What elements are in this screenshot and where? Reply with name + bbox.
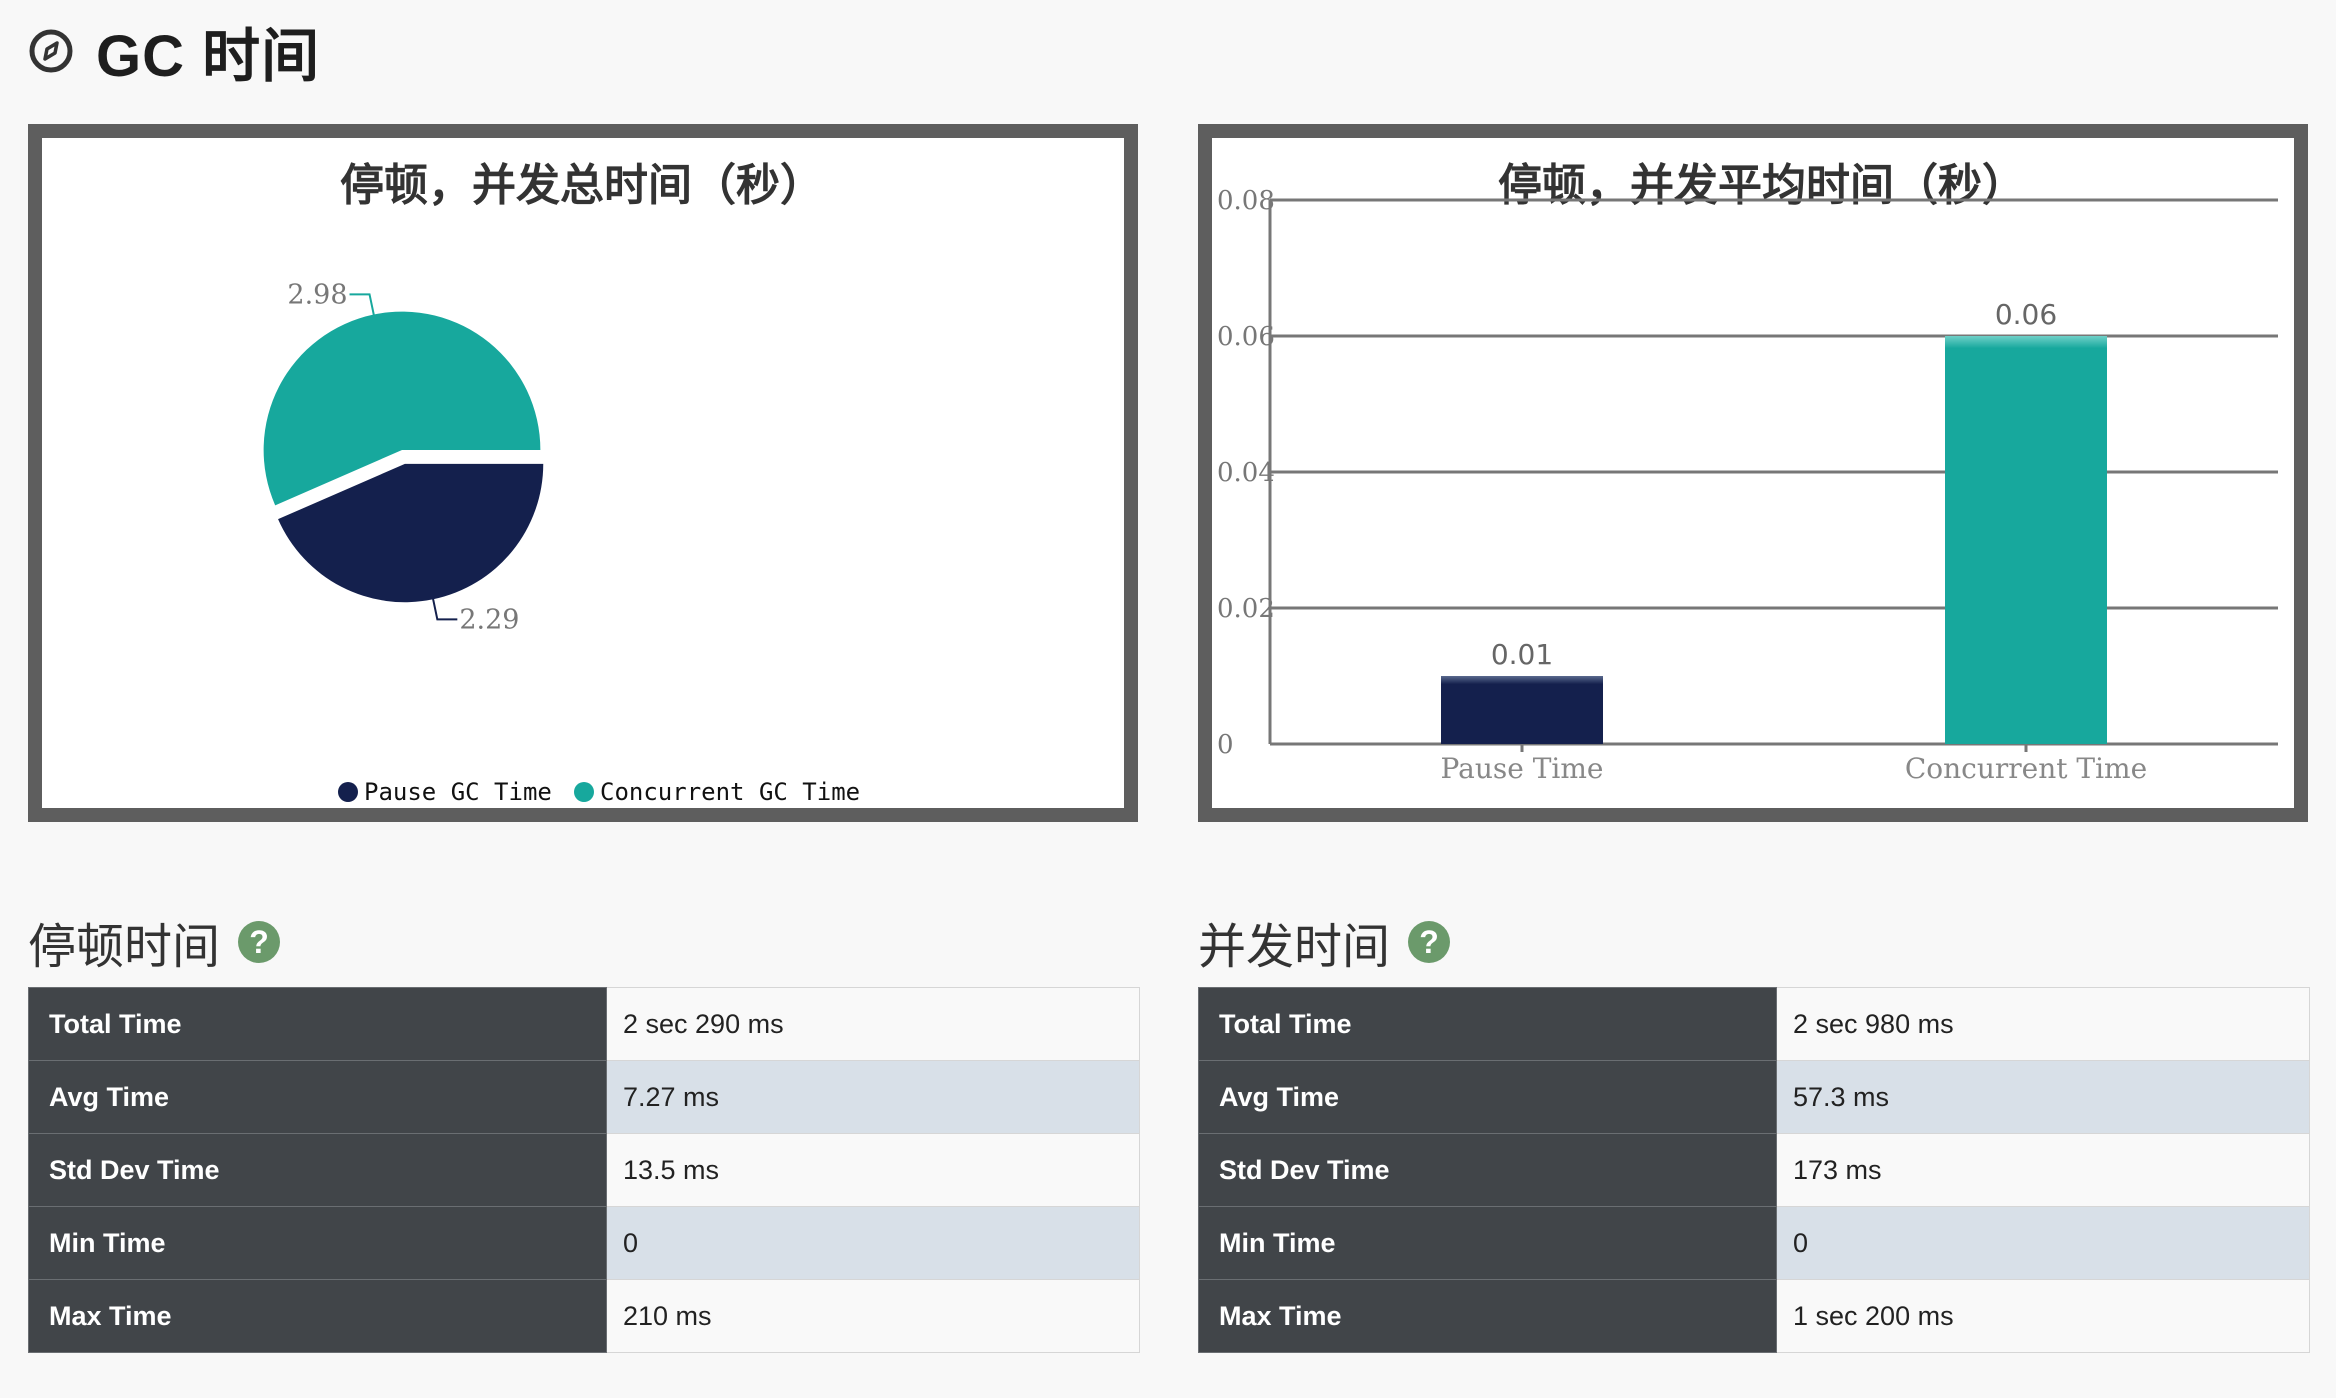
stat-key: Max Time [28,1279,607,1353]
table-row: Min Time 0 [28,1206,1140,1280]
stat-value: 13.5 ms [606,1133,1140,1207]
stat-key: Min Time [28,1206,607,1280]
concurrent-time-table: Total Time 2 sec 980 ms Avg Time 57.3 ms… [1198,987,2310,1353]
stat-value: 173 ms [1776,1133,2310,1207]
stat-value: 210 ms [606,1279,1140,1353]
help-icon[interactable]: ? [1408,921,1451,963]
stat-key: Total Time [1198,987,1777,1061]
stat-key: Min Time [1198,1206,1777,1280]
page-title: GC 时间 [96,24,321,89]
concurrent-time-heading-text: 并发时间 [1198,921,1391,974]
x-tick-label: Concurrent Time [1905,752,2147,785]
pause-time-heading-text: 停顿时间 [28,921,221,974]
stat-value: 2 sec 980 ms [1776,987,2310,1061]
legend-label-pause[interactable]: Pause GC Time [364,778,552,806]
pie-chart-title: 停顿，并发总时间（秒） [340,160,824,211]
stat-key: Std Dev Time [1198,1133,1777,1207]
y-tick-label: 0 [1217,730,1234,760]
legend-marker-concurrent[interactable] [574,782,594,802]
pie-chart-panel: 停顿，并发总时间（秒） 2.29 2.98 Pause GC Time Concu… [28,124,1138,822]
table-row: Std Dev Time 13.5 ms [28,1133,1140,1207]
table-row: Avg Time 57.3 ms [1198,1060,2310,1134]
table-row: Max Time 1 sec 200 ms [1198,1279,2310,1353]
stat-value: 2 sec 290 ms [606,987,1140,1061]
bar-data-label: 0.06 [1995,298,2057,331]
stat-value: 1 sec 200 ms [1776,1279,2310,1353]
stat-key: Avg Time [28,1060,607,1134]
pause-time-heading: 停顿时间 ? [28,906,281,978]
table-row: Total Time 2 sec 980 ms [1198,987,2310,1061]
leader-line-pause [431,597,458,621]
stat-key: Max Time [1198,1279,1777,1353]
table-row: Std Dev Time 173 ms [1198,1133,2310,1207]
stat-value: 0 [1776,1206,2310,1280]
data-label-concurrent: 2.98 [287,279,347,310]
pause-time-table: Total Time 2 sec 290 ms Avg Time 7.27 ms… [28,987,1140,1353]
bar-data-label: 0.01 [1491,638,1553,671]
compass-icon [29,29,73,73]
bar-concurrent-time[interactable] [1945,336,2107,744]
leader-line-concurrent [349,293,376,317]
stat-key: Avg Time [1198,1060,1777,1134]
bar-pause-time[interactable] [1441,676,1603,744]
stat-value: 7.27 ms [606,1060,1140,1134]
concurrent-time-heading: 并发时间 ? [1198,906,1451,978]
y-tick-label: 0.04 [1217,458,1275,488]
stat-key: Total Time [28,987,607,1061]
stat-value: 57.3 ms [1776,1060,2310,1134]
stat-value: 0 [606,1206,1140,1280]
x-tick-label: Pause Time [1441,752,1604,785]
y-tick-label: 0.06 [1217,322,1275,352]
pie-chart: 停顿，并发总时间（秒） 2.29 2.98 Pause GC Time Concu… [263,160,860,806]
table-row: Avg Time 7.27 ms [28,1060,1140,1134]
page-header: GC 时间 [28,14,320,89]
help-icon[interactable]: ? [238,921,281,963]
legend-label-concurrent[interactable]: Concurrent GC Time [600,778,860,806]
data-label-pause: 2.29 [459,604,519,635]
table-row: Max Time 210 ms [28,1279,1140,1353]
bar-chart: 停顿，并发平均时间（秒） 0 0.02 0.04 0.06 0.08 Pause Tim… [1217,160,2278,785]
legend-marker-pause[interactable] [338,782,358,802]
y-tick-label: 0.02 [1217,594,1275,624]
y-tick-label: 0.08 [1217,186,1275,216]
table-row: Min Time 0 [1198,1206,2310,1280]
table-row: Total Time 2 sec 290 ms [28,987,1140,1061]
stat-key: Std Dev Time [28,1133,607,1207]
bar-chart-panel: 停顿，并发平均时间（秒） 0 0.02 0.04 0.06 0.08 Pause Tim… [1198,124,2308,822]
bar-chart-title: 停顿，并发平均时间（秒） [1498,160,2026,211]
